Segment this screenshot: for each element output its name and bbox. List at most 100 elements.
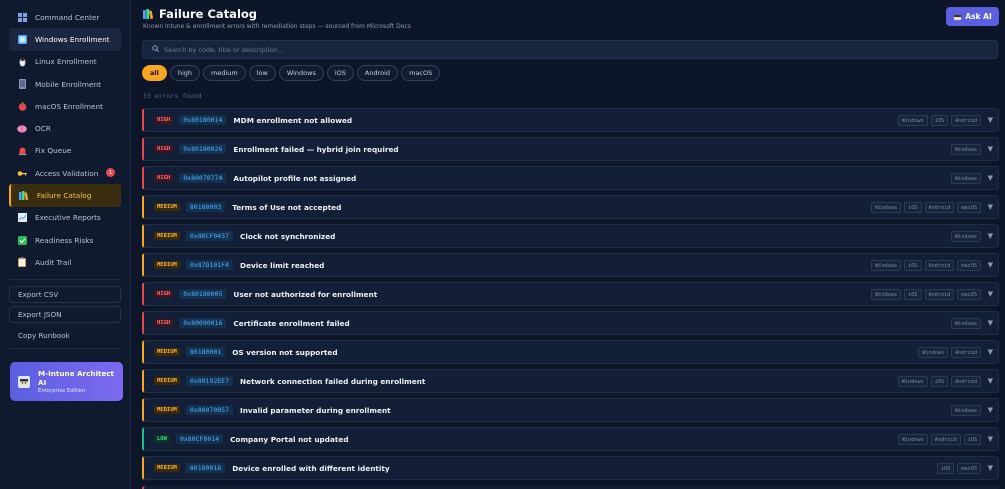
sidebar-item-audit-trail[interactable]: Audit Trail	[9, 251, 121, 273]
error-row[interactable]: MEDIUM 80180003 Terms of Use not accepted W…	[142, 195, 999, 219]
filter-chip-windows[interactable]: Windows	[278, 65, 324, 81]
chevron-down-icon[interactable]: ▼	[988, 145, 993, 153]
brand-text: M-Intune Architect AI Enterprise Edition	[38, 369, 118, 394]
platform-tag: Android	[924, 260, 955, 271]
severity-badge: MEDIUM	[154, 261, 180, 269]
error-code: 80180003	[185, 202, 226, 212]
error-row[interactable]: MEDIUM 0x80192EE7 Network connection faile…	[142, 369, 999, 393]
chevron-down-icon[interactable]: ▼	[988, 406, 993, 414]
search-input[interactable]	[164, 45, 864, 54]
chevron-down-icon[interactable]: ▼	[988, 261, 993, 269]
brand-name: M-Intune Architect AI	[38, 369, 114, 387]
severity-badge: HIGH	[154, 290, 174, 298]
sidebar-item-windows-enrollment[interactable]: Windows Enrollment	[9, 28, 121, 51]
filter-chip-low[interactable]: low	[248, 65, 276, 81]
platform-tags: Windows	[948, 405, 981, 416]
books-icon	[19, 191, 29, 201]
severity-badge: MEDIUM	[154, 406, 180, 414]
platform-tag: Windows	[951, 144, 981, 155]
robot-icon	[953, 13, 962, 21]
apple-icon	[17, 101, 27, 111]
copy-runbook-button[interactable]: Copy Runbook	[9, 326, 121, 344]
ask-ai-button[interactable]: Ask AI	[946, 7, 999, 26]
error-row[interactable]: HIGH 0x80180026 Enrollment failed — hybrid…	[142, 137, 999, 161]
sidebar-item-ocr[interactable]: OCR	[9, 117, 121, 139]
platform-tag: Android	[951, 376, 981, 387]
error-title: Autopilot profile not assigned	[233, 173, 357, 183]
clipboard-icon	[17, 257, 27, 268]
error-row[interactable]: MEDIUM 80180018 Device enrolled with diffe…	[142, 456, 999, 480]
key-icon	[17, 168, 27, 178]
sidebar-item-access-validation[interactable]: Access Validation 1	[9, 162, 121, 184]
platform-tag: iOS	[930, 115, 949, 126]
sidebar-item-executive-reports[interactable]: Executive Reports	[9, 207, 121, 229]
chevron-down-icon[interactable]: ▼	[988, 319, 993, 327]
platform-tags: Windows Android iOS	[895, 434, 981, 445]
search-bar[interactable]	[142, 40, 998, 59]
platform-tags: Windows	[948, 173, 981, 184]
filter-chip-android[interactable]: Android	[356, 65, 399, 81]
sidebar-item-command-center[interactable]: Command Center	[9, 6, 121, 28]
platform-tag: macOS	[957, 260, 981, 271]
brand-card[interactable]: M-Intune Architect AI Enterprise Edition	[10, 362, 123, 401]
platform-tags: Windows iOS Android macOS	[868, 289, 981, 300]
error-title: Enrollment failed — hybrid join required	[233, 144, 399, 154]
error-row[interactable]: MEDIUM 80180001 OS version not supported Wi…	[142, 340, 999, 364]
error-row[interactable]: HIGH 0x80090016 Certificate enrollment fai…	[142, 311, 999, 335]
error-title: Device enrolled with different identity	[232, 463, 390, 473]
books-icon	[143, 9, 154, 20]
chevron-down-icon[interactable]: ▼	[988, 203, 993, 211]
robot-icon	[18, 375, 30, 388]
platform-tag: iOS	[937, 463, 955, 474]
error-code: 0x80CF0014	[175, 434, 224, 444]
chevron-down-icon[interactable]: ▼	[988, 232, 993, 240]
chevron-down-icon[interactable]: ▼	[988, 174, 993, 182]
filter-chip-macos[interactable]: macOS	[401, 65, 441, 81]
sidebar-item-readiness-risks[interactable]: Readiness Risks	[9, 229, 121, 251]
sidebar-item-macos-enrollment[interactable]: macOS Enrollment	[9, 95, 121, 117]
platform-tag: macOS	[957, 289, 981, 300]
platform-tag: Android	[924, 289, 955, 300]
sidebar-item-label: Linux Enrollment	[35, 57, 97, 67]
error-title: Invalid parameter during enrollment	[240, 405, 391, 415]
platform-tag: Windows	[897, 434, 928, 445]
chevron-down-icon[interactable]: ▼	[988, 377, 993, 385]
phone-icon	[17, 79, 27, 90]
platform-tag: Windows	[951, 318, 981, 329]
error-row[interactable]: MEDIUM 0x80CF0437 Clock not synchronized Wi…	[142, 224, 999, 248]
sidebar-item-linux-enrollment[interactable]: Linux Enrollment	[9, 51, 121, 73]
filter-chip-medium[interactable]: medium	[203, 65, 246, 81]
export-json-button[interactable]: Export JSON	[9, 306, 121, 324]
platform-tags: Windows iOS Android macOS	[868, 260, 981, 271]
error-title: MDM enrollment not allowed	[233, 115, 353, 125]
export-csv-button[interactable]: Export CSV	[9, 285, 121, 303]
error-row[interactable]: LOW 0x80CF0014 Company Portal not updated W…	[142, 427, 999, 451]
error-row[interactable]: MEDIUM 0x87D101F4 Device limit reached Wind…	[142, 253, 999, 277]
platform-tags: iOS macOS	[934, 463, 981, 474]
chevron-down-icon[interactable]: ▼	[988, 435, 993, 443]
sidebar-item-mobile-enrollment[interactable]: Mobile Enrollment	[9, 73, 121, 95]
page-header: Failure Catalog	[143, 7, 257, 21]
error-row[interactable]: MEDIUM 0x80070057 Invalid parameter during…	[142, 398, 999, 422]
error-code: 0x87D101F4	[185, 260, 234, 270]
error-row[interactable]: HIGH 0x80180014 MDM enrollment not allowed…	[142, 108, 999, 132]
chevron-down-icon[interactable]: ▼	[988, 464, 993, 472]
error-row[interactable]: HIGH 0x80070774 Autopilot profile not assi…	[142, 166, 999, 190]
sidebar-item-failure-catalog[interactable]: Failure Catalog	[9, 184, 121, 207]
platform-tag: Android	[951, 115, 981, 126]
filter-chip-ios[interactable]: iOS	[326, 65, 354, 81]
filter-chip-all[interactable]: all	[142, 65, 167, 81]
sidebar-item-label: Mobile Enrollment	[35, 79, 101, 89]
filter-chip-high[interactable]: high	[169, 65, 201, 81]
chevron-down-icon[interactable]: ▼	[988, 116, 993, 124]
severity-badge: HIGH	[154, 145, 174, 153]
chevron-down-icon[interactable]: ▼	[988, 348, 993, 356]
platform-tag: Windows	[897, 115, 928, 126]
error-title: Device limit reached	[240, 260, 325, 270]
sidebar-item-fix-queue[interactable]: Fix Queue	[9, 140, 121, 162]
platform-tag: macOS	[957, 463, 981, 474]
error-row[interactable]: HIGH 0x80180005 User not authorized for en…	[142, 282, 999, 306]
sidebar-item-label: Windows Enrollment	[35, 34, 110, 44]
search-icon	[152, 45, 159, 54]
chevron-down-icon[interactable]: ▼	[988, 290, 993, 298]
